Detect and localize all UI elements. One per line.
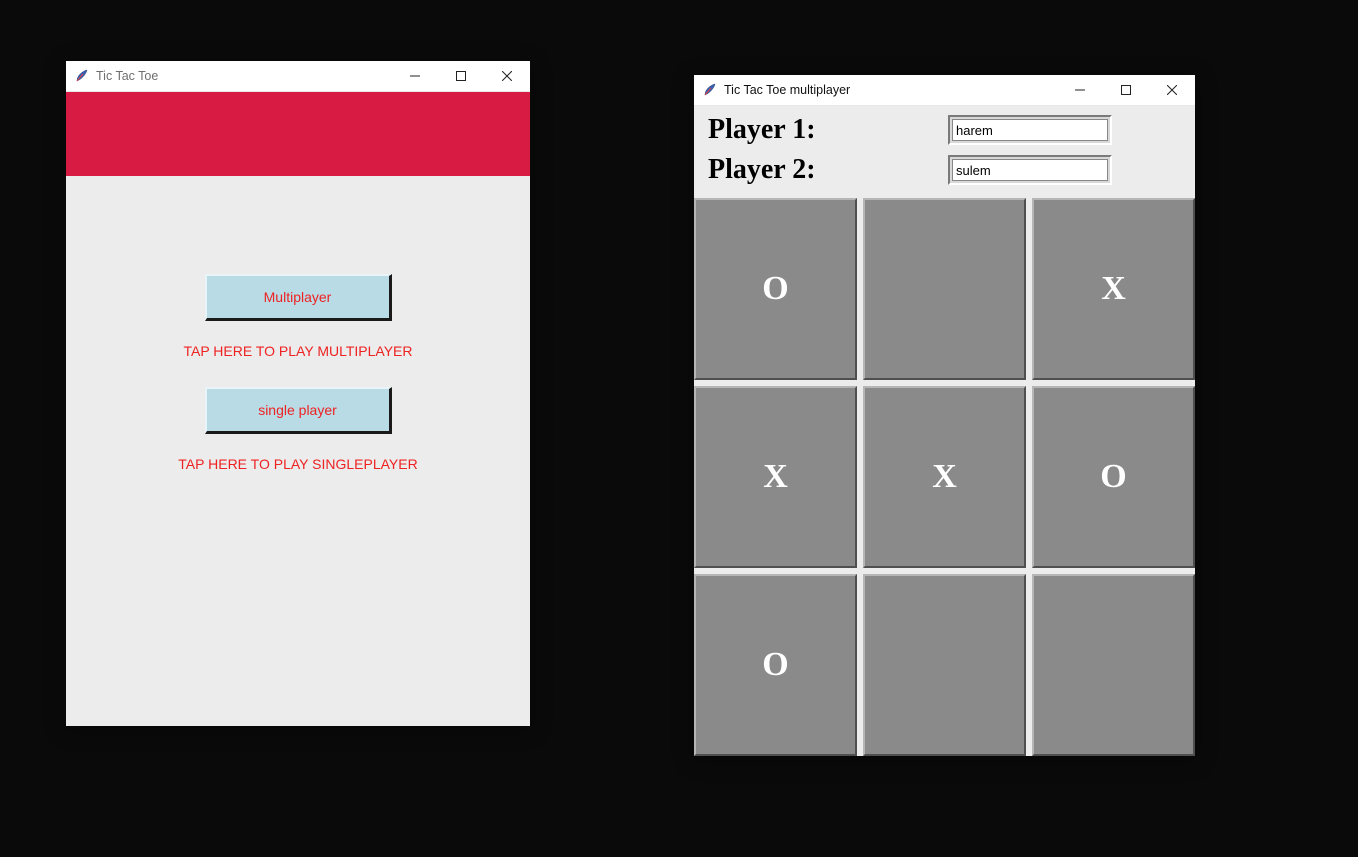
minimize-button[interactable] [1057,75,1103,105]
menu-area: Multiplayer TAP HERE TO PLAY MULTIPLAYER… [66,176,530,726]
board-cell-7[interactable] [863,574,1026,756]
player2-row: Player 2: [708,150,1187,190]
minimize-button[interactable] [392,61,438,91]
player2-label: Player 2: [708,154,948,186]
player2-input[interactable] [952,159,1108,181]
player1-label: Player 1: [708,114,948,146]
board-cell-5[interactable]: O [1032,386,1195,568]
tk-feather-icon [702,82,718,98]
board-cell-0[interactable]: O [694,198,857,380]
singleplayer-button[interactable]: single player [205,387,392,434]
board-cell-4[interactable]: X [863,386,1026,568]
board-cell-1[interactable] [863,198,1026,380]
multiplayer-caption: TAP HERE TO PLAY MULTIPLAYER [183,343,412,359]
close-button[interactable] [1149,75,1195,105]
close-button[interactable] [484,61,530,91]
board-cell-6[interactable]: O [694,574,857,756]
game-board: O X X X O O [694,198,1195,756]
game-window: Tic Tac Toe multiplayer Player 1: Player… [694,75,1195,755]
multiplayer-button[interactable]: Multiplayer [205,274,392,321]
game-window-titlebar[interactable]: Tic Tac Toe multiplayer [694,75,1195,106]
menu-window-title: Tic Tac Toe [96,69,158,83]
player-inputs-panel: Player 1: Player 2: [694,106,1195,198]
menu-window-body: Multiplayer TAP HERE TO PLAY MULTIPLAYER… [66,92,530,726]
multiplayer-button-label: Multiplayer [264,289,332,305]
singleplayer-button-label: single player [258,402,337,418]
player1-input[interactable] [952,119,1108,141]
maximize-button[interactable] [438,61,484,91]
board-cell-8[interactable] [1032,574,1195,756]
tk-feather-icon [74,68,90,84]
player2-input-frame [948,155,1112,185]
player1-row: Player 1: [708,110,1187,150]
game-window-title: Tic Tac Toe multiplayer [724,83,850,97]
menu-window: Tic Tac Toe Multiplayer TAP HERE TO PLAY… [66,61,530,725]
header-band [66,92,530,176]
board-cell-2[interactable]: X [1032,198,1195,380]
menu-window-titlebar[interactable]: Tic Tac Toe [66,61,530,92]
board-cell-3[interactable]: X [694,386,857,568]
player1-input-frame [948,115,1112,145]
maximize-button[interactable] [1103,75,1149,105]
singleplayer-caption: TAP HERE TO PLAY SINGLEPLAYER [178,456,417,472]
game-window-body: Player 1: Player 2: O X X X O O [694,106,1195,756]
